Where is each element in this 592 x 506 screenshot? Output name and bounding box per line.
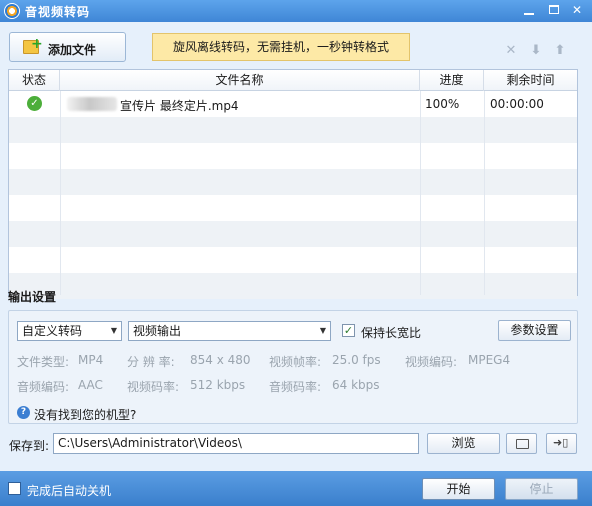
file-type-value: MP4 (78, 353, 104, 367)
file-remaining-time: 00:00:00 (490, 97, 544, 111)
audio-bitrate-label: 音频码率: (269, 380, 322, 394)
remove-icon[interactable]: ✕ (504, 44, 518, 58)
empty-row (9, 247, 577, 273)
output-format-select[interactable]: 视频输出 ▼ (128, 321, 331, 341)
app-logo-icon (4, 3, 20, 19)
arrow-down-icon[interactable]: ⬇ (529, 44, 543, 58)
save-path-input[interactable]: C:\Users\Administrator\Videos\ (53, 433, 419, 454)
empty-row (9, 221, 577, 247)
export-icon: ➜▯ (553, 436, 569, 449)
file-table: 状态 文件名称 进度 剩余时间 ✓ 宣传片 最终定片.mp4 100% 00:0… (8, 69, 578, 299)
column-divider (60, 91, 61, 295)
save-to-label: 保存到: (9, 439, 50, 453)
browse-button[interactable]: 浏览 (427, 433, 500, 454)
video-bitrate-value: 512 kbps (190, 378, 246, 392)
column-header-progress[interactable]: 进度 (420, 70, 484, 91)
output-settings-panel: 自定义转码 ▼ 视频输出 ▼ ✓ 保持长宽比 参数设置 文件类型: MP4 分 … (8, 310, 578, 424)
start-button[interactable]: 开始 (422, 478, 495, 500)
transcode-mode-select[interactable]: 自定义转码 ▼ (17, 321, 122, 341)
dropdown-arrow-icon: ▼ (319, 326, 326, 335)
framerate-label: 视频帧率: (269, 355, 322, 369)
minimize-icon[interactable] (518, 0, 540, 20)
empty-row (9, 117, 577, 143)
redacted-filename-prefix (67, 97, 117, 111)
auto-shutdown-checkbox[interactable] (8, 482, 21, 495)
output-settings-title: 输出设置 (8, 290, 57, 304)
empty-row (9, 169, 577, 195)
framerate-value: 25.0 fps (332, 353, 381, 367)
audio-bitrate-value: 64 kbps (332, 378, 380, 392)
main-panel: 添加文件 旋风离线转码，无需挂机，一秒钟转格式 ✕ ⬇ ⬆ 状态 文件名称 进度… (0, 22, 592, 471)
video-codec-label: 视频编码: (405, 355, 458, 369)
title-bar: 音视频转码 ✕ (0, 0, 592, 22)
auto-shutdown-label[interactable]: 完成后自动关机 (27, 482, 111, 499)
dropdown-arrow-icon: ▼ (110, 326, 117, 335)
column-header-remaining[interactable]: 剩余时间 (484, 70, 577, 91)
device-not-found-link[interactable]: 没有找到您的机型? (34, 406, 136, 423)
maximize-icon[interactable] (543, 0, 565, 20)
audio-codec-label: 音频编码: (17, 380, 70, 394)
window-title: 音视频转码 (25, 5, 91, 19)
add-file-label: 添加文件 (48, 43, 97, 57)
column-header-name[interactable]: 文件名称 (60, 70, 420, 91)
empty-row (9, 195, 577, 221)
parameter-settings-button[interactable]: 参数设置 (498, 320, 571, 341)
keep-aspect-ratio-checkbox[interactable]: ✓ (342, 324, 355, 337)
close-icon[interactable]: ✕ (566, 0, 588, 20)
arrow-up-icon[interactable]: ⬆ (553, 44, 567, 58)
file-progress: 100% (425, 97, 460, 111)
folder-icon (516, 439, 529, 449)
bottom-bar: 完成后自动关机 开始 停止 (0, 471, 592, 506)
transcode-mode-value: 自定义转码 (22, 324, 83, 338)
resolution-label: 分 辨 率: (127, 355, 175, 369)
file-name: 宣传片 最终定片.mp4 (120, 99, 239, 113)
audio-codec-value: AAC (78, 378, 103, 392)
empty-row (9, 273, 577, 299)
export-button[interactable]: ➜▯ (546, 433, 577, 454)
column-divider (420, 91, 421, 295)
table-header: 状态 文件名称 进度 剩余时间 (9, 70, 577, 91)
column-header-status[interactable]: 状态 (9, 70, 60, 91)
output-format-value: 视频输出 (133, 324, 182, 338)
empty-row (9, 143, 577, 169)
video-codec-value: MPEG4 (468, 353, 511, 367)
add-folder-icon (23, 36, 43, 54)
open-folder-button[interactable] (506, 433, 537, 454)
resolution-value: 854 x 480 (190, 353, 251, 367)
column-divider (484, 91, 485, 295)
video-bitrate-label: 视频码率: (127, 380, 180, 394)
stop-button[interactable]: 停止 (505, 478, 578, 500)
keep-aspect-ratio-label[interactable]: 保持长宽比 (361, 324, 421, 341)
check-circle-icon: ✓ (27, 96, 42, 111)
toolbar: 添加文件 旋风离线转码，无需挂机，一秒钟转格式 ✕ ⬇ ⬆ (0, 22, 592, 68)
promo-banner[interactable]: 旋风离线转码，无需挂机，一秒钟转格式 (152, 33, 410, 61)
file-type-label: 文件类型: (17, 355, 70, 369)
help-icon[interactable]: ? (17, 406, 30, 419)
add-file-button[interactable]: 添加文件 (9, 32, 126, 62)
table-row[interactable]: ✓ 宣传片 最终定片.mp4 100% 00:00:00 (9, 91, 577, 117)
